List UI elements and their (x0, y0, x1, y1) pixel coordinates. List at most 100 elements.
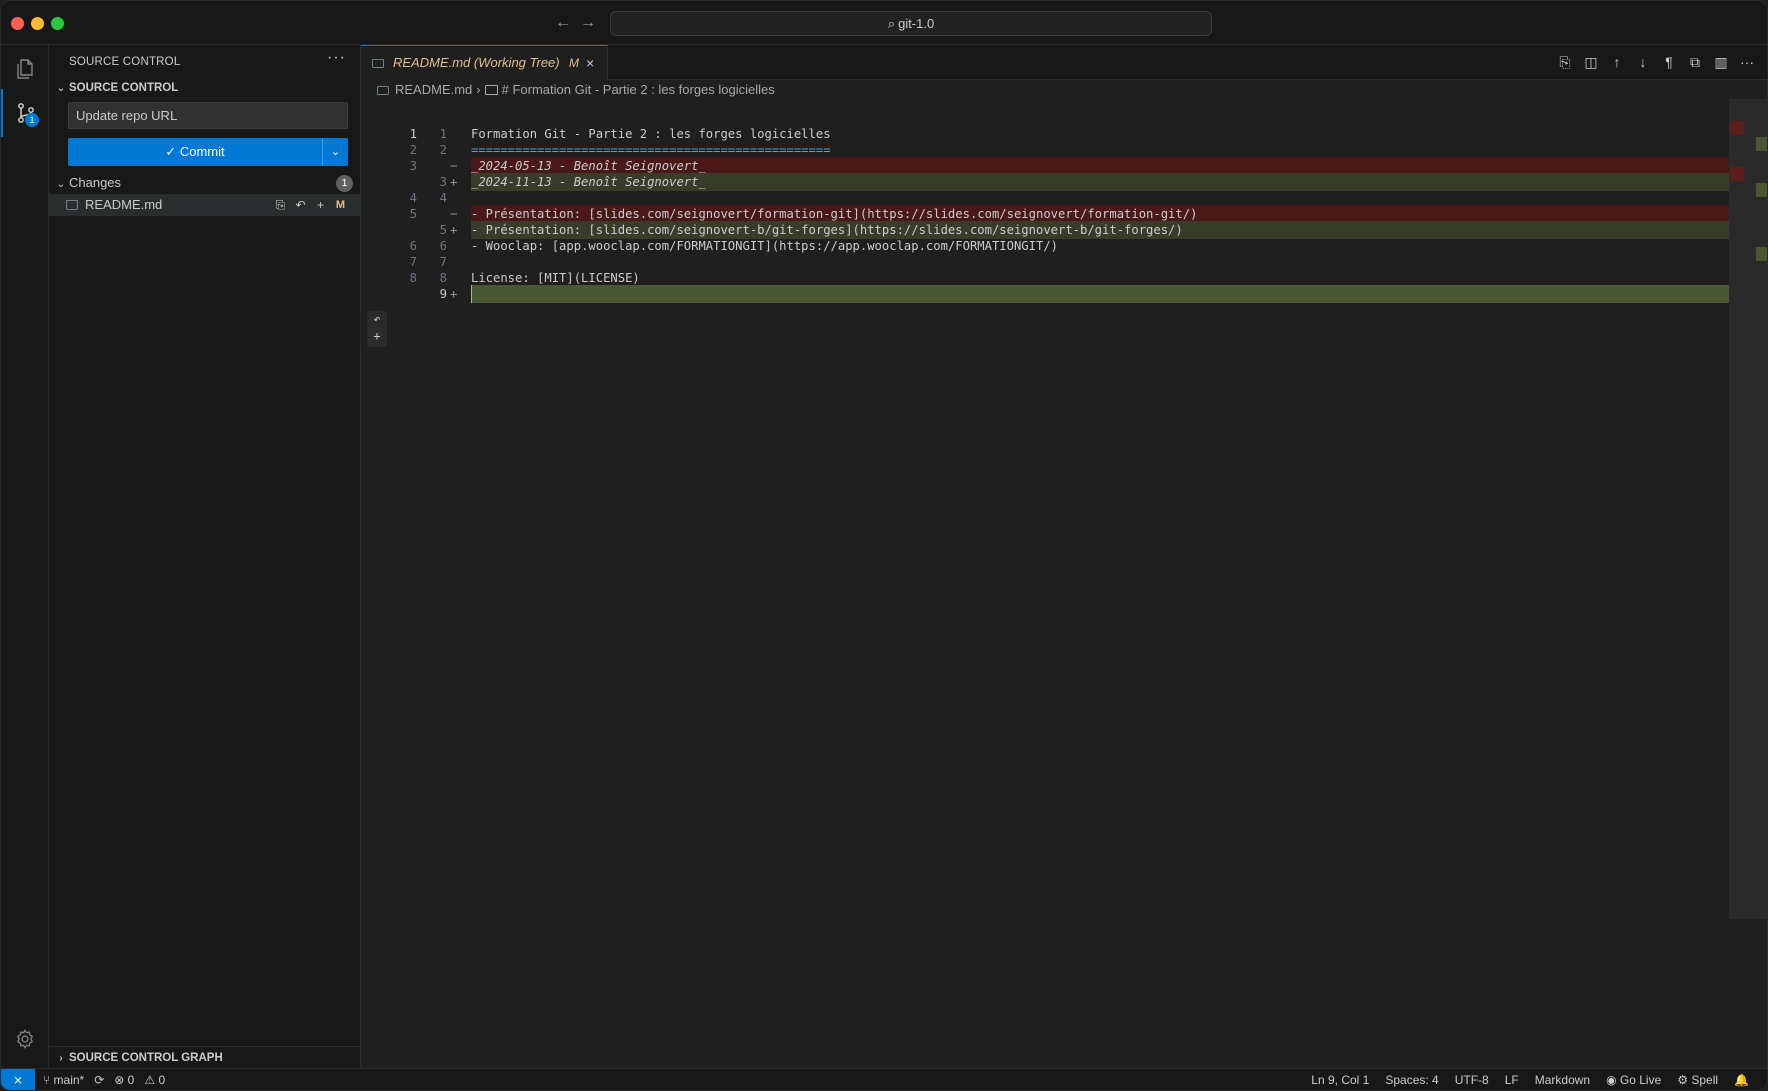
spell-button[interactable]: ⚙ Spell (1677, 1069, 1719, 1090)
changes-label: Changes (69, 175, 122, 190)
cursor-position[interactable]: Ln 9, Col 1 (1311, 1069, 1369, 1090)
section-title: SOURCE CONTROL (69, 82, 179, 94)
source-control-section-header[interactable]: ⌄ SOURCE CONTROL (53, 77, 178, 99)
tab-label: README.md (Working Tree) (393, 55, 560, 70)
markdown-file-icon (66, 200, 78, 210)
end-of-line[interactable]: LF (1505, 1069, 1519, 1090)
files-icon (17, 59, 33, 79)
diff-editor[interactable]: ↶ + 1 1 Formation Git - Partie 2 : les for… (361, 105, 1741, 1068)
breadcrumb-file[interactable]: README.md (395, 82, 472, 97)
graph-section-title: SOURCE CONTROL GRAPH (69, 1052, 223, 1064)
branch-indicator[interactable]: ⑂ main* (43, 1069, 85, 1090)
markdown-file-icon (377, 86, 389, 95)
commit-button-group: ✓ Commit ⌄ (68, 138, 348, 166)
scm-badge: 1 (25, 113, 39, 127)
open-file-icon[interactable]: ⎘ (1557, 53, 1573, 71)
overview-added-mark (1756, 247, 1767, 261)
code-line[interactable]: 9 + (361, 285, 1741, 303)
encoding[interactable]: UTF-8 (1455, 1069, 1489, 1090)
vscode-window: ← → ⌕ git-1.0 1 SOURCE CONTROL ··· ⌄ SOU… (0, 0, 1768, 1091)
overview-added-mark (1756, 137, 1767, 151)
status-right: Ln 9, Col 1 Spaces: 4 UTF-8 LF Markdown … (1311, 1069, 1749, 1090)
previous-change-icon[interactable]: ↑ (1609, 53, 1625, 71)
next-change-icon[interactable]: ↓ (1635, 53, 1651, 71)
changes-count-badge: 1 (336, 175, 353, 192)
text-cursor (471, 285, 472, 303)
go-live-button[interactable]: ◉ Go Live (1606, 1069, 1662, 1090)
breadcrumb-separator: › (476, 82, 481, 97)
back-arrow-icon[interactable]: ← (553, 13, 573, 33)
chevron-down-icon: ⌄ (56, 83, 66, 94)
maximize-window-button[interactable] (51, 17, 64, 30)
commit-message-input[interactable]: Update repo URL (68, 102, 348, 129)
show-whitespace-icon[interactable]: ¶ (1661, 53, 1677, 71)
modified-line-number: 9 (439, 287, 447, 301)
gutter-change-actions: ↶ + (367, 311, 387, 347)
breadcrumb: README.md › # Formation Git - Partie 2 : l… (377, 79, 775, 101)
split-editor-icon[interactable]: ▥ (1713, 53, 1729, 71)
source-control-activity-button[interactable]: 1 (1, 89, 49, 137)
editor-actions: ⎘ ◫ ↑ ↓ ¶ ⧉ ▥ ··· (1557, 53, 1755, 71)
stage-block-icon[interactable]: + (367, 328, 387, 345)
breadcrumb-symbol[interactable]: # Formation Git - Partie 2 : les forges … (502, 82, 775, 97)
overview-added-mark (1756, 183, 1767, 197)
bell-icon[interactable]: 🔔 (1734, 1069, 1749, 1090)
more-actions-icon[interactable]: ··· (327, 49, 346, 67)
commit-dropdown-button[interactable]: ⌄ (322, 138, 348, 166)
spell-icon: ⚙ (1677, 1073, 1692, 1087)
chevron-right-icon: › (59, 1053, 63, 1064)
source-control-graph-section[interactable]: › SOURCE CONTROL GRAPH (49, 1046, 360, 1068)
open-changes-icon[interactable]: ◫ (1583, 53, 1599, 71)
sidebar-title: SOURCE CONTROL (69, 56, 181, 68)
editor-scrollbar[interactable] (1729, 99, 1767, 919)
tab-bar: README.md (Working Tree) M × ⎘ ◫ ↑ ↓ ¶ ⧉… (361, 45, 1767, 80)
code-text (471, 285, 1741, 303)
problems-warnings[interactable]: ⚠ 0 (144, 1069, 165, 1090)
explorer-activity-button[interactable] (1, 45, 49, 93)
close-tab-icon[interactable]: × (586, 46, 594, 80)
search-icon: ⌕ (887, 16, 896, 31)
toggle-collapse-icon[interactable]: ⧉ (1687, 53, 1703, 71)
editor-group: README.md (Working Tree) M × ⎘ ◫ ↑ ↓ ¶ ⧉… (361, 45, 1767, 1068)
gear-icon (17, 1029, 33, 1049)
spell-label: Spell (1691, 1073, 1719, 1087)
markdown-file-icon (372, 59, 384, 68)
changed-file-row[interactable]: README.md ⎘ ↶ + M (49, 194, 360, 216)
problems-errors[interactable]: ⊗ 0 (114, 1069, 134, 1090)
file-actions: ⎘ ↶ + M (273, 194, 348, 216)
tab-modified-indicator: M (569, 56, 579, 70)
branch-icon: ⑂ (43, 1073, 54, 1087)
workspace-title: git-1.0 (898, 16, 935, 31)
discard-changes-icon[interactable]: ↶ (293, 194, 308, 216)
source-control-sidebar: SOURCE CONTROL ··· ⌄ SOURCE CONTROL Updat… (49, 45, 361, 1068)
overview-removed-mark (1730, 121, 1744, 135)
branch-name: main* (53, 1073, 85, 1087)
close-window-button[interactable] (11, 17, 24, 30)
chevron-down-icon: ⌄ (56, 179, 66, 190)
minimize-window-button[interactable] (31, 17, 44, 30)
revert-block-icon[interactable]: ↶ (367, 311, 387, 328)
tab-readme-working-tree[interactable]: README.md (Working Tree) M × (361, 45, 608, 80)
changes-group-header[interactable]: ⌄ Changes 1 (53, 172, 357, 194)
open-file-icon[interactable]: ⎘ (273, 194, 288, 216)
stage-changes-icon[interactable]: + (313, 194, 328, 216)
heading-symbol-icon (484, 85, 498, 95)
status-left: ⑂ main* ⟳ ⊗ 0 ⚠ 0 (43, 1069, 165, 1090)
indentation[interactable]: Spaces: 4 (1385, 1069, 1438, 1090)
modified-status-badge: M (335, 199, 346, 211)
command-center-search[interactable]: ⌕ git-1.0 (610, 11, 1212, 36)
overview-removed-mark (1730, 167, 1744, 181)
status-bar: ⨯ ⑂ main* ⟳ ⊗ 0 ⚠ 0 Ln 9, Col 1 Spaces: … (1, 1068, 1767, 1090)
diff-marker: + (450, 287, 458, 301)
changed-file-name: README.md (85, 197, 163, 212)
more-actions-icon[interactable]: ··· (1739, 53, 1755, 71)
go-live-label: Go Live (1619, 1073, 1662, 1087)
commit-button[interactable]: ✓ Commit (68, 138, 322, 166)
manage-activity-button[interactable] (1, 1015, 49, 1063)
remote-indicator[interactable]: ⨯ (1, 1069, 35, 1090)
activity-bar: 1 (1, 45, 49, 1068)
language-mode[interactable]: Markdown (1535, 1069, 1590, 1090)
forward-arrow-icon[interactable]: → (578, 13, 598, 33)
sync-icon[interactable]: ⟳ (94, 1069, 104, 1090)
broadcast-icon: ◉ (1606, 1073, 1620, 1087)
